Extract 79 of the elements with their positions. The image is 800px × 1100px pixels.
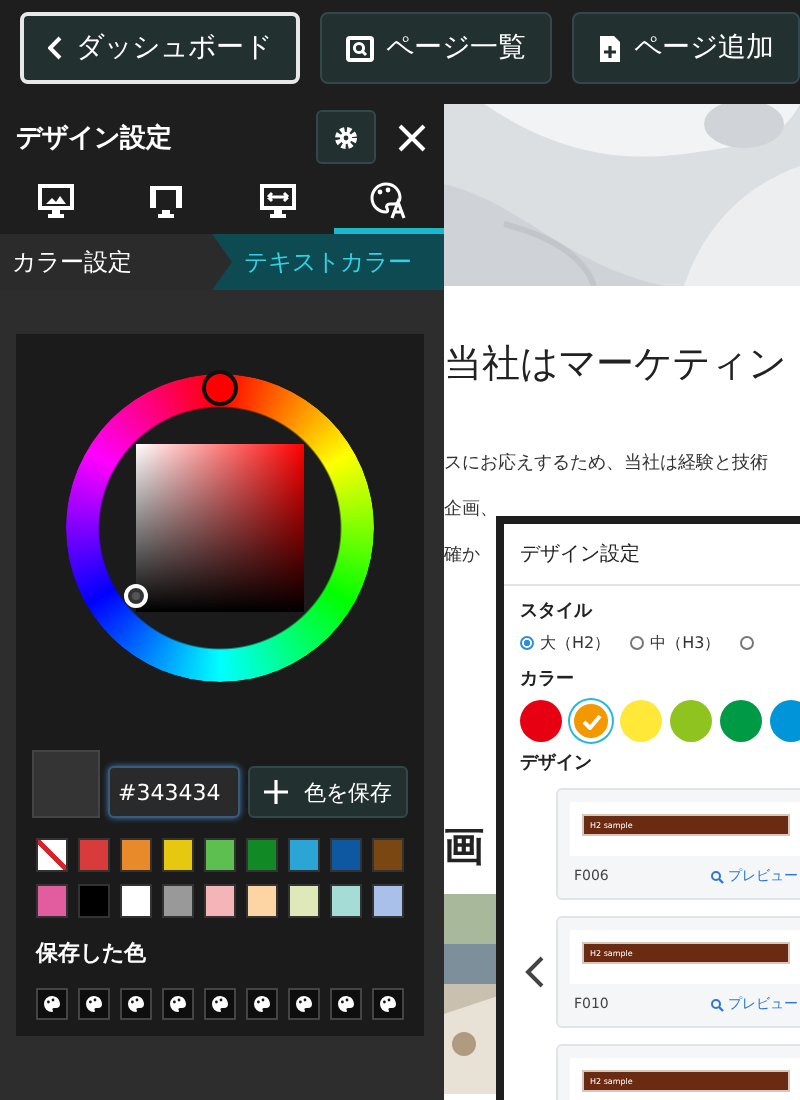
style-radio[interactable] [740,632,755,654]
color-swatch[interactable] [246,884,278,918]
saturation-square[interactable] [136,444,304,612]
check-icon [581,713,601,729]
saved-color-slot[interactable] [372,988,404,1020]
toolbar-button[interactable]: ページ一覧 [320,12,552,84]
saved-color-slot[interactable] [36,988,68,1020]
saved-color-slot[interactable] [78,988,110,1020]
search-icon [710,997,724,1011]
color-swatch[interactable] [120,838,152,872]
color-swatch[interactable] [36,884,68,918]
monitor-width-icon [257,179,298,219]
color-swatch[interactable] [162,884,194,918]
plus-icon [264,780,288,804]
palette-text-icon [368,179,409,219]
toolbar-button[interactable]: ページ追加 [572,12,800,84]
color-swatch[interactable] [204,838,236,872]
panel-title: デザイン設定 [16,121,174,155]
color-option[interactable] [520,700,562,742]
step-tab[interactable]: テキストカラー [212,234,444,290]
palette-icon [126,994,146,1014]
palette-icon [294,994,314,1014]
color-swatch[interactable] [330,838,362,872]
color-option[interactable] [720,700,762,742]
color-swatch[interactable] [372,838,404,872]
palette-icon [252,994,272,1014]
dialog-title: デザイン設定 [504,524,800,586]
toolbar-button[interactable]: ダッシュボード [20,12,300,84]
search-icon [346,35,374,61]
color-option[interactable] [620,700,662,742]
save-color-button[interactable]: 色を保存 [248,766,408,818]
style-radio[interactable]: 大（H2） [520,632,611,654]
close-icon [396,121,428,153]
body-text: 企画、 [444,497,498,522]
saved-color-slot[interactable] [120,988,152,1020]
color-option[interactable] [670,700,712,742]
saved-color-slot[interactable] [162,988,194,1020]
saved-colors-label: 保存した色 [33,938,148,968]
color-label: カラー [520,668,576,692]
saved-color-slot[interactable] [288,988,320,1020]
color-swatch[interactable] [162,838,194,872]
color-swatch[interactable] [288,838,320,872]
settings-button[interactable] [316,110,376,164]
palette-icon [168,994,188,1014]
design-label: デザイン [520,751,594,776]
saved-color-slot[interactable] [204,988,236,1020]
saved-color-slot[interactable] [330,988,362,1020]
settings-icon [334,125,358,149]
hue-handle[interactable] [202,370,238,406]
color-swatch[interactable] [246,838,278,872]
current-color-swatch [32,750,100,818]
page-heading: 当社はマーケティン [444,340,788,390]
no-color-swatch[interactable] [36,838,68,872]
palette-icon [210,994,230,1014]
color-swatch[interactable] [288,884,320,918]
saved-color-slot[interactable] [246,988,278,1020]
search-icon [710,869,724,883]
body-text: スにお応えするため、当社は経験と技術 [444,451,768,476]
color-option[interactable] [570,700,612,742]
style-label: スタイル [520,600,595,624]
palette-icon [336,994,356,1014]
chevron-left-icon[interactable] [520,954,548,990]
color-swatch[interactable] [78,884,110,918]
style-radio[interactable]: 中（H3） [630,632,721,654]
palette-icon [378,994,398,1014]
palette-icon [84,994,104,1014]
color-swatch[interactable] [78,838,110,872]
color-swatch[interactable] [120,884,152,918]
chevron-left-icon [48,36,64,60]
palette-icon [42,994,62,1014]
section-heading: 画 [444,820,484,874]
add-page-icon [598,33,622,63]
color-swatch[interactable] [330,884,362,918]
color-swatch[interactable] [372,884,404,918]
hex-input-field[interactable]: #343434 [108,766,240,818]
color-option[interactable] [770,700,800,742]
body-text: 確か [444,544,480,568]
monitor-icon [35,179,76,219]
color-swatch[interactable] [204,884,236,918]
